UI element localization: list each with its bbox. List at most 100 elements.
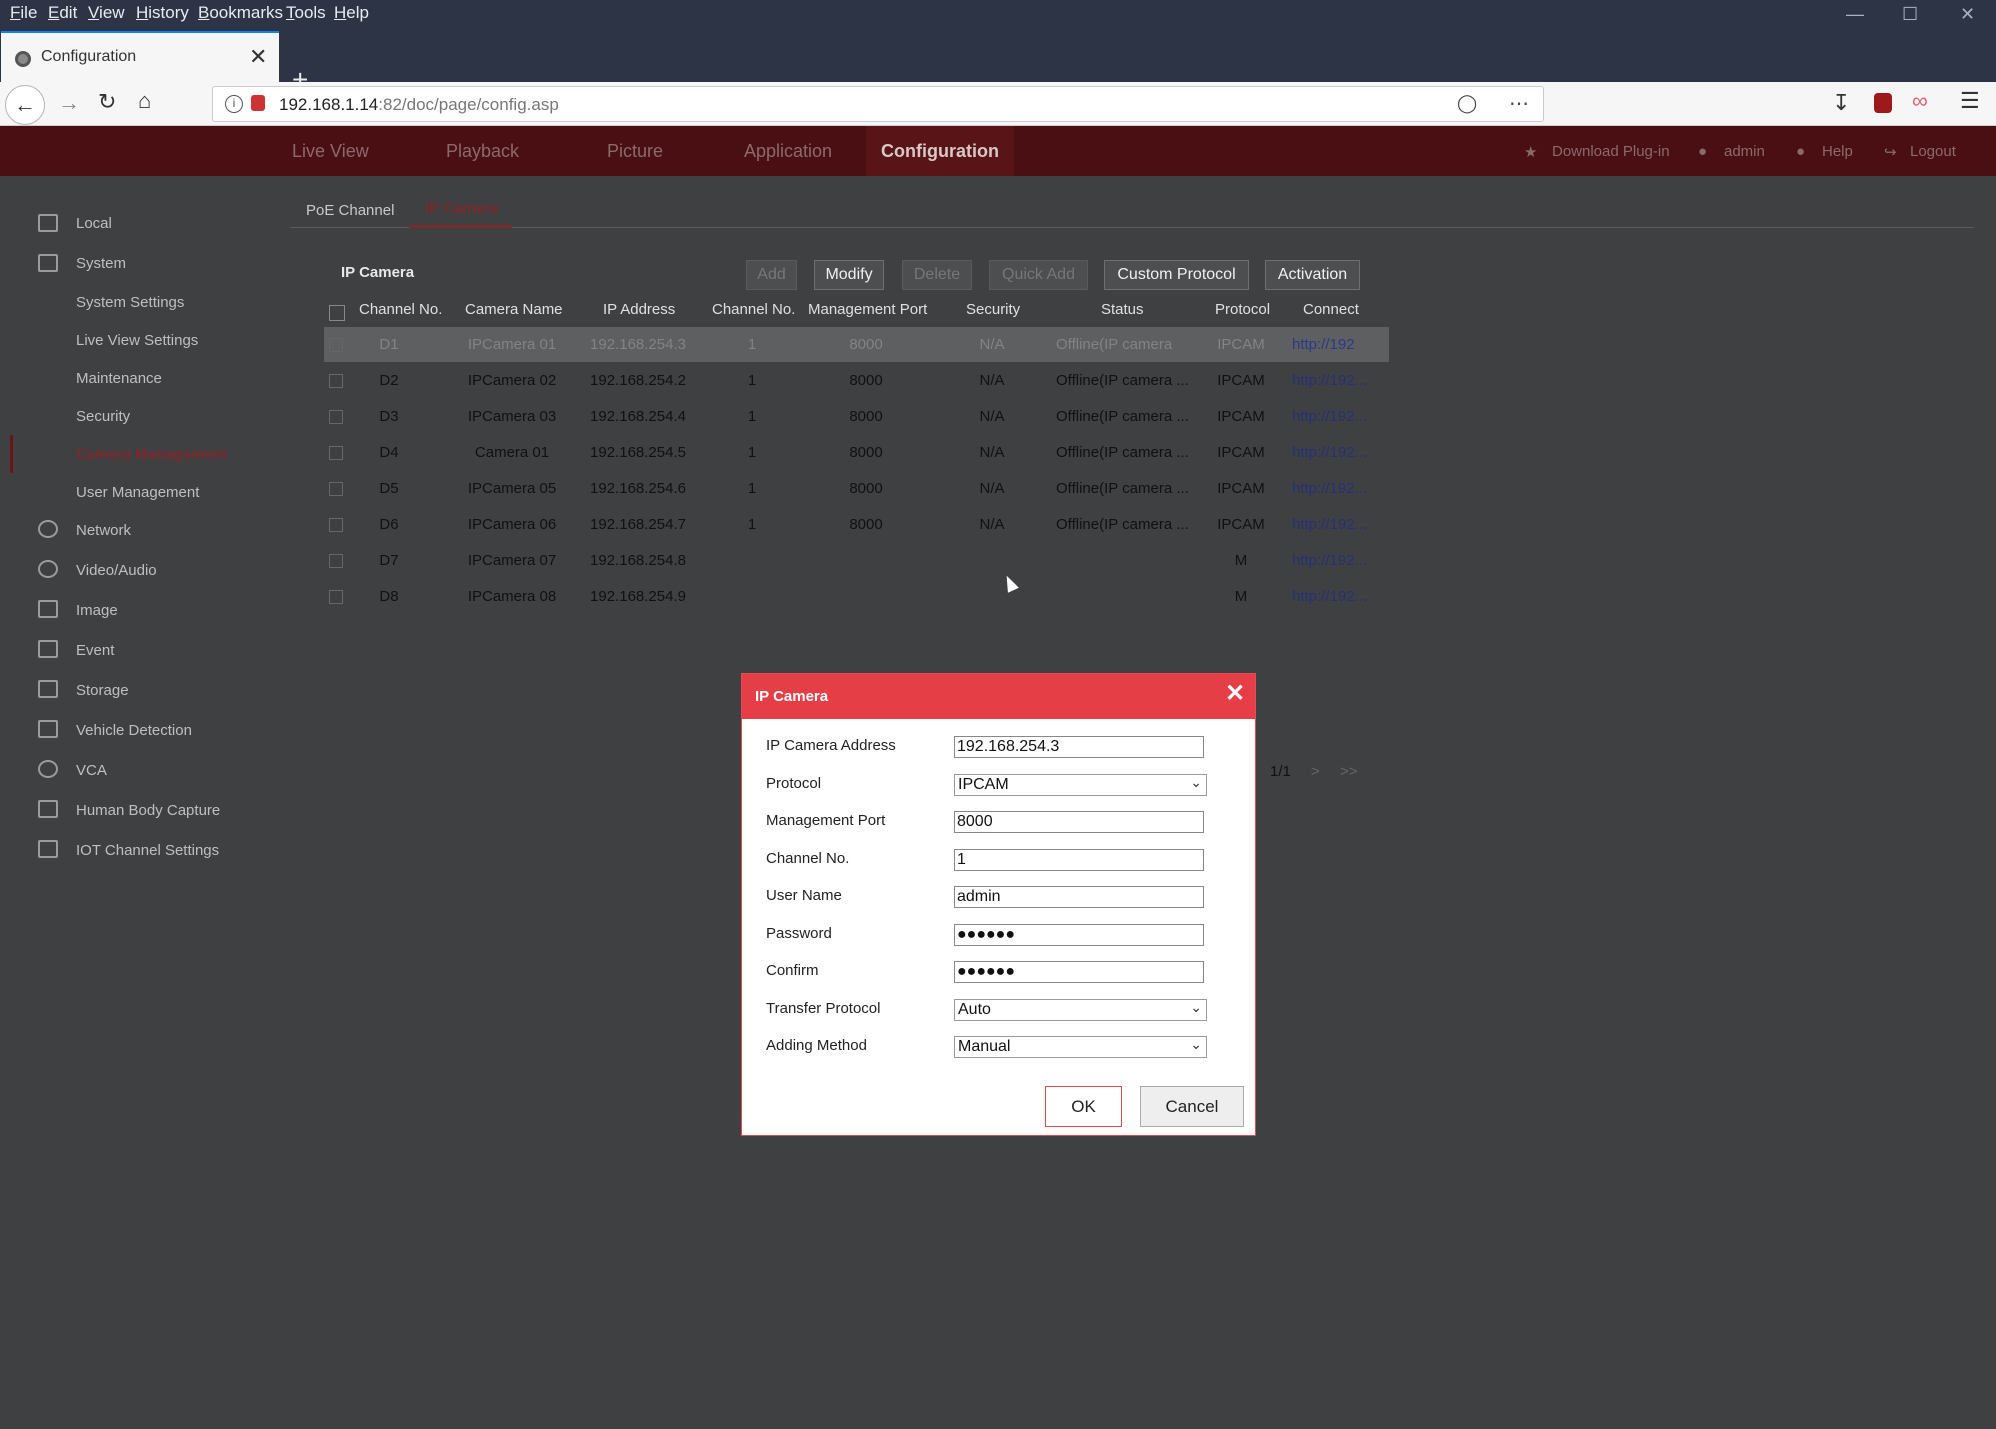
ok-button[interactable]: OK: [1045, 1086, 1122, 1127]
maximize-icon[interactable]: ☐: [1902, 4, 1918, 25]
sidebar-item-system[interactable]: System: [76, 255, 126, 272]
sidebar-item-vehicle-detection[interactable]: Vehicle Detection: [76, 722, 192, 739]
table-row[interactable]: D5 IPCamera 05 192.168.254.6 1 8000 N/A Offlin…: [324, 471, 1389, 506]
sidebar-item-camera-management[interactable]: Camera Management: [76, 446, 227, 463]
table-row[interactable]: D3 IPCamera 03 192.168.254.4 1 8000 N/A Offlin…: [324, 399, 1389, 434]
table-row[interactable]: D7 IPCamera 07 192.168.254.8 Mhttp://192...: [324, 543, 1389, 578]
hamburger-menu-icon[interactable]: ☰: [1960, 90, 1980, 112]
sidebar-item-event[interactable]: Event: [76, 642, 114, 659]
transfer-protocol-select[interactable]: Auto ⌄: [954, 998, 1207, 1021]
minimize-icon[interactable]: —: [1846, 4, 1864, 25]
add-button[interactable]: Add: [746, 260, 797, 290]
menu-file[interactable]: File: [10, 3, 37, 23]
cell-connect[interactable]: http://192...: [1292, 588, 1367, 605]
row-checkbox[interactable]: [329, 446, 343, 460]
cell-connect[interactable]: http://192...: [1292, 372, 1367, 389]
close-icon[interactable]: ✕: [1225, 682, 1245, 706]
cell-connect[interactable]: http://192: [1292, 336, 1355, 353]
dialog-header[interactable]: IP Camera ✕: [742, 674, 1255, 719]
row-checkbox[interactable]: [329, 482, 343, 496]
menu-view[interactable]: View: [88, 3, 125, 23]
menu-bookmarks[interactable]: Bookmarks: [198, 3, 283, 23]
menu-help[interactable]: Help: [334, 3, 369, 23]
sidebar-item-user-management[interactable]: User Management: [76, 484, 199, 501]
menu-history[interactable]: History: [136, 3, 189, 23]
pocket-icon[interactable]: ◯: [1457, 93, 1477, 114]
download-plugin-link[interactable]: Download Plug-in: [1552, 143, 1670, 160]
ublock-icon[interactable]: [1874, 93, 1892, 113]
sidebar-item-video-audio[interactable]: Video/Audio: [76, 562, 157, 579]
logout-link[interactable]: Logout: [1910, 143, 1956, 160]
sidebar-item-image[interactable]: Image: [76, 602, 118, 619]
chevron-down-icon[interactable]: ⌄: [1190, 1036, 1202, 1053]
sidebar-item-vca[interactable]: VCA: [76, 762, 107, 779]
sidebar-item-storage[interactable]: Storage: [76, 682, 129, 699]
sidebar-item-local[interactable]: Local: [76, 215, 112, 232]
download-icon[interactable]: ↧: [1832, 92, 1850, 114]
nav-live-view[interactable]: Live View: [292, 141, 369, 162]
menu-tools[interactable]: Tools: [286, 3, 326, 23]
cell-connect[interactable]: http://192...: [1292, 408, 1367, 425]
row-checkbox[interactable]: [329, 374, 343, 388]
user-name-input[interactable]: admin: [954, 886, 1204, 908]
select-all-checkbox[interactable]: [329, 305, 345, 321]
row-checkbox[interactable]: [329, 410, 343, 424]
forward-icon[interactable]: →: [58, 92, 80, 114]
sidebar-item-iot-channel-settings[interactable]: IOT Channel Settings: [76, 842, 219, 859]
channel-no-input[interactable]: 1: [954, 848, 1204, 871]
info-icon[interactable]: i: [225, 95, 243, 113]
cell-connect[interactable]: http://192...: [1292, 444, 1367, 461]
browser-tab[interactable]: Configuration ✕: [1, 31, 279, 82]
ip-camera-address-input[interactable]: 192.168.254.3: [954, 736, 1204, 758]
window-close-icon[interactable]: ✕: [1960, 4, 1975, 25]
nav-playback[interactable]: Playback: [446, 141, 519, 162]
help-link[interactable]: Help: [1822, 143, 1853, 160]
tab-close-icon[interactable]: ✕: [249, 44, 267, 70]
chevron-down-icon[interactable]: ⌄: [1190, 774, 1202, 791]
page-actions-icon[interactable]: ⋯: [1509, 91, 1529, 116]
url-bar[interactable]: i 192.168.1.14:82/doc/page/config.asp ◯ …: [212, 86, 1544, 122]
nav-configuration[interactable]: Configuration: [866, 126, 1014, 176]
table-row[interactable]: D1 IPCamera 01 192.168.254.3 1 8000 N/A Offlin…: [324, 327, 1389, 362]
user-name[interactable]: admin: [1724, 143, 1765, 160]
home-icon[interactable]: ⌂: [138, 90, 151, 112]
next-page-button[interactable]: >: [1311, 763, 1320, 780]
chevron-down-icon[interactable]: ⌄: [1190, 999, 1202, 1016]
protocol-select[interactable]: IPCAM ⌄: [954, 773, 1207, 796]
sidebar-item-system-settings[interactable]: System Settings: [76, 294, 184, 311]
back-button[interactable]: ←: [5, 85, 45, 125]
nav-application[interactable]: Application: [744, 141, 832, 162]
activation-button[interactable]: Activation: [1265, 260, 1360, 290]
sidebar-item-live-view-settings[interactable]: Live View Settings: [76, 332, 198, 349]
row-checkbox[interactable]: [329, 338, 343, 352]
row-checkbox[interactable]: [329, 554, 343, 568]
tab-ip-camera[interactable]: IP Camera: [425, 200, 498, 217]
cancel-button[interactable]: Cancel: [1140, 1086, 1244, 1127]
custom-protocol-button[interactable]: Custom Protocol: [1104, 260, 1249, 290]
confirm-input[interactable]: ●●●●●●: [954, 961, 1204, 983]
management-port-input[interactable]: 8000: [954, 811, 1204, 833]
sidebar-item-maintenance[interactable]: Maintenance: [76, 370, 162, 387]
table-row[interactable]: D6 IPCamera 06 192.168.254.7 1 8000 N/A Offlin…: [324, 507, 1389, 542]
sidebar-item-network[interactable]: Network: [76, 522, 131, 539]
menu-edit[interactable]: Edit: [48, 3, 77, 23]
row-checkbox[interactable]: [329, 590, 343, 604]
delete-button[interactable]: Delete: [902, 260, 972, 290]
row-checkbox[interactable]: [329, 518, 343, 532]
quick-add-button[interactable]: Quick Add: [989, 260, 1088, 290]
adding-method-select[interactable]: Manual ⌄: [954, 1036, 1207, 1058]
table-row[interactable]: D4 Camera 01 192.168.254.5 1 8000 N/A Offline(…: [324, 435, 1389, 470]
reload-icon[interactable]: ↻: [98, 91, 116, 113]
table-row[interactable]: D8 IPCamera 08 192.168.254.9 Mhttp://192...: [324, 579, 1389, 614]
sidebar-item-human-body-capture[interactable]: Human Body Capture: [76, 802, 220, 819]
cell-connect[interactable]: http://192...: [1292, 516, 1367, 533]
last-page-button[interactable]: >>: [1340, 763, 1358, 780]
cell-connect[interactable]: http://192...: [1292, 552, 1367, 569]
tab-poe-channel[interactable]: PoE Channel: [306, 202, 394, 219]
password-input[interactable]: ●●●●●●: [954, 923, 1204, 946]
extension-icon[interactable]: ∞: [1912, 90, 1928, 112]
modify-button[interactable]: Modify: [814, 260, 884, 290]
sidebar-item-security[interactable]: Security: [76, 408, 130, 425]
table-row[interactable]: D2 IPCamera 02 192.168.254.2 1 8000 N/A Offlin…: [324, 363, 1389, 398]
nav-picture[interactable]: Picture: [607, 141, 663, 162]
